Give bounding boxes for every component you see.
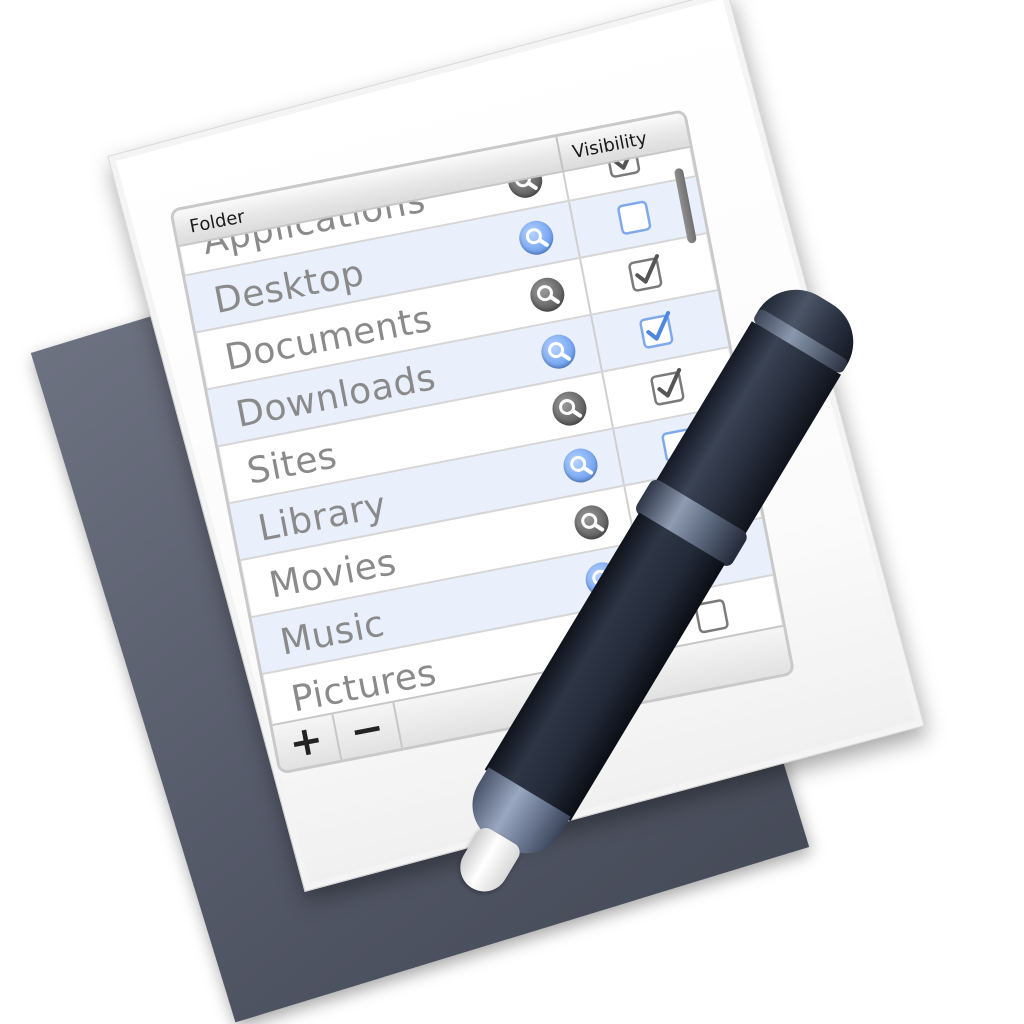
magnifier-icon[interactable] xyxy=(538,331,579,372)
checkbox-checked-icon[interactable] xyxy=(626,254,666,294)
remove-folder-button[interactable]: − xyxy=(333,702,404,760)
magnifier-icon[interactable] xyxy=(549,388,590,429)
magnifier-icon[interactable] xyxy=(516,217,557,258)
add-folder-button[interactable]: + xyxy=(272,714,343,772)
app-icon: Folder Visibility Applications Desktop Doc… xyxy=(0,0,1024,1024)
column-header-folder[interactable]: Folder xyxy=(188,206,247,237)
magnifier-icon[interactable] xyxy=(571,502,612,543)
checkbox-checked-icon[interactable] xyxy=(637,310,677,350)
magnifier-icon[interactable] xyxy=(560,445,601,486)
checkbox-unchecked-icon[interactable] xyxy=(615,197,655,237)
folder-name: Sites xyxy=(243,435,341,493)
magnifier-icon[interactable] xyxy=(527,274,568,315)
column-header-visibility[interactable]: Visibility xyxy=(571,128,649,163)
checkbox-checked-icon[interactable] xyxy=(648,367,688,407)
column-divider[interactable] xyxy=(555,136,564,171)
